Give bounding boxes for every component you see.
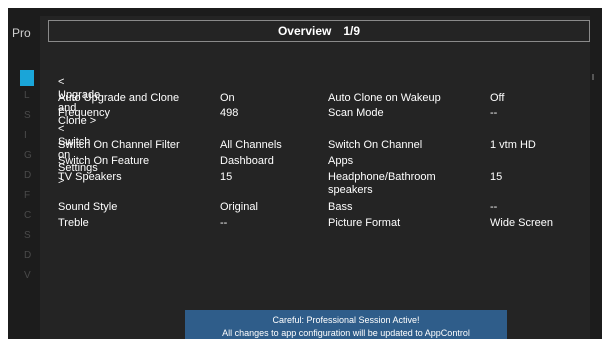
sidebar-ghost-item[interactable]: L bbox=[24, 90, 30, 101]
setting-value: Wide Screen bbox=[490, 217, 553, 229]
setting-value: 498 bbox=[220, 107, 239, 119]
overview-overlay: Overview 1/9 < Upgrade and Clone > Auto Up… bbox=[40, 16, 590, 339]
sidebar-ghost-item[interactable]: D bbox=[24, 250, 31, 261]
setting-value: -- bbox=[220, 217, 228, 229]
setting-value: Original bbox=[220, 201, 258, 213]
setting-label: Switch On Channel Filter bbox=[58, 139, 180, 151]
professional-session-banner: Careful: Professional Session Active! Al… bbox=[185, 310, 507, 339]
overview-header: Overview 1/9 bbox=[48, 20, 590, 42]
setting-label: Picture Format bbox=[328, 217, 401, 229]
sidebar-ghost-item[interactable]: S bbox=[24, 110, 31, 121]
setting-label: TV Speakers bbox=[58, 171, 122, 183]
banner-info-text: All changes to app configuration will be… bbox=[222, 328, 470, 338]
background-page-title: Pro bbox=[12, 26, 31, 40]
banner-warning-text: Careful: Professional Session Active! bbox=[272, 315, 420, 325]
setting-value: -- bbox=[490, 201, 498, 213]
setting-value: 1 vtm HD bbox=[490, 139, 536, 151]
sidebar-ghost-item[interactable]: D bbox=[24, 170, 31, 181]
setting-label: Bass bbox=[328, 201, 353, 213]
scrollbar[interactable] bbox=[592, 74, 594, 80]
setting-label: Headphone/Bathroom speakers bbox=[328, 171, 436, 196]
sidebar-ghost-item[interactable]: F bbox=[24, 190, 30, 201]
setting-label: Apps bbox=[328, 155, 354, 167]
setting-value: 15 bbox=[220, 171, 233, 183]
setting-label: Sound Style bbox=[58, 201, 118, 213]
setting-label: Scan Mode bbox=[328, 107, 384, 119]
sidebar-selected-item[interactable] bbox=[20, 70, 34, 86]
overview-title: Overview bbox=[277, 24, 332, 38]
sidebar-ghost-item[interactable]: S bbox=[24, 230, 31, 241]
sidebar-ghost-item[interactable]: I bbox=[24, 130, 27, 141]
setting-value: On bbox=[220, 92, 235, 104]
setting-value: -- bbox=[490, 107, 498, 119]
setting-value: All Channels bbox=[220, 139, 282, 151]
sidebar-ghost-item[interactable]: V bbox=[24, 270, 31, 281]
setting-value: Off bbox=[490, 92, 505, 104]
sidebar-ghost-item[interactable]: G bbox=[24, 150, 32, 161]
page-indicator: 1/9 bbox=[343, 24, 361, 38]
setting-label: Auto Clone on Wakeup bbox=[328, 92, 441, 104]
setting-value: Dashboard bbox=[220, 155, 274, 167]
setting-value: 15 bbox=[490, 171, 503, 183]
setting-label: Switch On Feature bbox=[58, 155, 150, 167]
setting-label: Switch On Channel bbox=[328, 139, 423, 151]
sidebar-ghost-item[interactable]: C bbox=[24, 210, 31, 221]
setting-label: Treble bbox=[58, 217, 89, 229]
setting-label: Auto Upgrade and Clone bbox=[58, 92, 180, 104]
setting-label: Frequency bbox=[58, 107, 110, 119]
tv-screen: Pro LSIGDFCSDV Overview 1/9 < Upgrade and… bbox=[8, 8, 602, 339]
